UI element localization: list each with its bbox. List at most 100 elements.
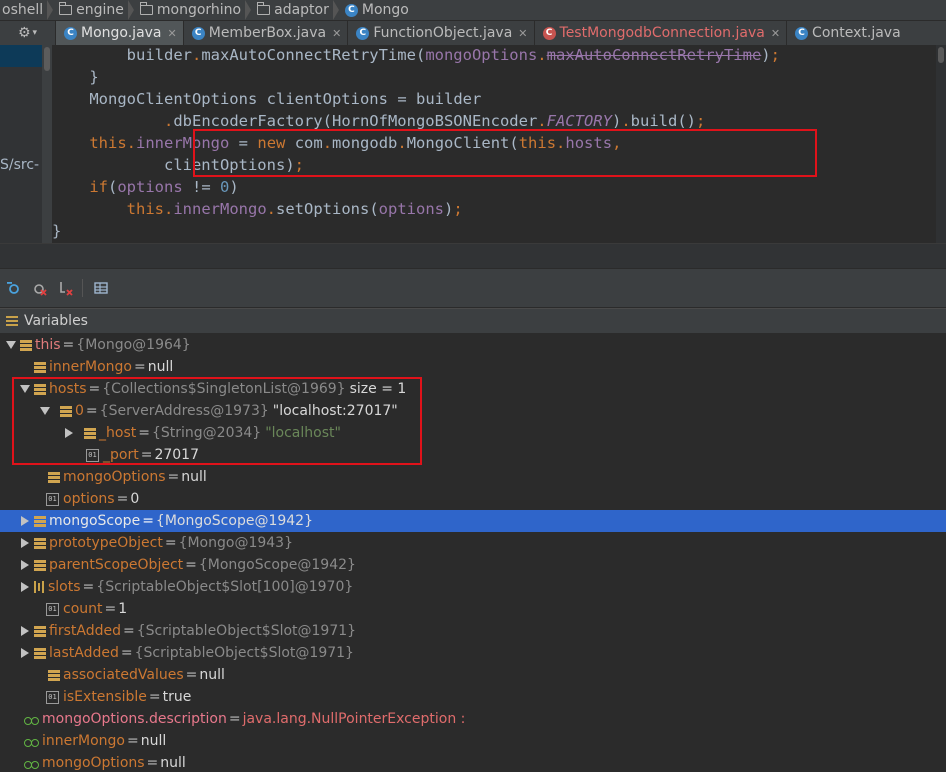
- gear-icon: ⚙: [17, 25, 31, 41]
- editor-vertical-scrollbar[interactable]: [936, 45, 946, 243]
- equals-sign: =: [228, 711, 241, 727]
- var-value: "localhost:27017": [272, 403, 398, 419]
- equals-sign: =: [138, 425, 150, 441]
- code-line: builder.maxAutoConnectRetryTime(mongoOpt…: [126, 46, 780, 64]
- expand-toggle[interactable]: [18, 538, 32, 548]
- tree-row-host[interactable]: _host = {String@2034} "localhost": [0, 422, 946, 444]
- primitive-field-icon: 01: [46, 602, 59, 616]
- breadcrumb-item-mongorhino[interactable]: mongorhino: [138, 2, 243, 18]
- var-name: mongoScope: [49, 513, 141, 529]
- var-type: {ServerAddress@1973}: [99, 403, 269, 419]
- chevron-right-icon: [21, 538, 29, 548]
- equals-sign: =: [122, 623, 135, 639]
- breadcrumb-separator-icon: [245, 0, 252, 20]
- var-name: associatedValues: [63, 667, 184, 683]
- folder-icon: [139, 2, 153, 15]
- expand-toggle[interactable]: [18, 626, 32, 636]
- editor-vertical-scrollbar-thumb[interactable]: [938, 47, 944, 63]
- tree-row-firstadded[interactable]: firstAdded = {ScriptableObject$Slot@1971…: [0, 620, 946, 642]
- expand-toggle[interactable]: [4, 341, 18, 349]
- project-scrollbar[interactable]: [42, 45, 52, 243]
- tab-context-java[interactable]: C Context.java: [786, 21, 907, 45]
- chevron-right-icon: [21, 626, 29, 636]
- tree-row-lastadded[interactable]: lastAdded = {ScriptableObject$Slot@1971}: [0, 642, 946, 664]
- class-icon: C: [356, 26, 370, 40]
- tree-row-port[interactable]: 01 _port = 27017: [0, 444, 946, 466]
- breadcrumb-item-engine[interactable]: engine: [57, 2, 126, 18]
- tree-row-parentscopeobject[interactable]: parentScopeObject = {MongoScope@1942}: [0, 554, 946, 576]
- equals-sign: =: [140, 447, 153, 463]
- close-icon[interactable]: ✕: [771, 27, 780, 40]
- code-line: .dbEncoderFactory(HornOfMongoBSONEncoder…: [163, 112, 706, 130]
- tab-label: Mongo.java: [81, 25, 162, 41]
- tree-row-options[interactable]: 01 options = 0: [0, 488, 946, 510]
- breadcrumb-item-adaptor[interactable]: adaptor: [255, 2, 331, 18]
- var-value: 27017: [154, 447, 199, 463]
- remove-all-watches-button[interactable]: [54, 276, 78, 300]
- variables-tree[interactable]: this = {Mongo@1964} innerMongo = null ho…: [0, 334, 946, 772]
- tree-row-prototypeobject[interactable]: prototypeObject = {Mongo@1943}: [0, 532, 946, 554]
- var-name: innerMongo: [49, 359, 132, 375]
- remove-watch-button[interactable]: [28, 276, 52, 300]
- selected-project-row: [0, 45, 42, 67]
- project-scrollbar-thumb[interactable]: [44, 47, 50, 71]
- tree-row-count[interactable]: 01 count = 1: [0, 598, 946, 620]
- equals-sign: =: [167, 469, 180, 485]
- chevron-down-icon: [40, 407, 50, 415]
- var-name: mongoOptions: [63, 469, 166, 485]
- tree-row-mongooptions[interactable]: mongoOptions = null: [0, 466, 946, 488]
- var-type: {ScriptableObject$Slot@1971}: [136, 623, 357, 639]
- breadcrumb-label: Mongo: [361, 2, 409, 18]
- tree-row-element-0[interactable]: 0 = {ServerAddress@1973} "localhost:27017…: [0, 400, 946, 422]
- new-watch-button[interactable]: [2, 276, 26, 300]
- expand-toggle[interactable]: [18, 385, 32, 393]
- code-editor[interactable]: S/src- builder.maxAutoConnectRetryTime(m…: [0, 45, 946, 243]
- close-icon[interactable]: ✕: [518, 27, 527, 40]
- watch-row-mongooptions[interactable]: mongoOptions = null: [0, 752, 946, 772]
- code-line: this.innerMongo.setOptions(options);: [126, 200, 463, 218]
- expand-toggle[interactable]: [62, 428, 76, 438]
- watch-row-innermongo[interactable]: innerMongo = null: [0, 730, 946, 752]
- breadcrumb-item-mongo[interactable]: C Mongo: [343, 2, 411, 18]
- primitive-field-icon: 01: [46, 492, 59, 506]
- code-line: if(options != 0): [89, 178, 239, 196]
- var-value: null: [199, 667, 225, 683]
- dropdown-arrow-icon: ▾: [32, 28, 38, 38]
- field-icon: [34, 537, 46, 549]
- tree-row-associatedvalues[interactable]: associatedValues = null: [0, 664, 946, 686]
- var-value: size = 1: [349, 381, 407, 397]
- tab-functionobject-java[interactable]: C FunctionObject.java ✕: [347, 21, 533, 45]
- tree-row-hosts[interactable]: hosts = {Collections$SingletonList@1969}…: [0, 378, 946, 400]
- expand-toggle[interactable]: [38, 407, 52, 415]
- breadcrumb-item-oshell[interactable]: oshell: [0, 2, 45, 18]
- tree-row-this[interactable]: this = {Mongo@1964}: [0, 334, 946, 356]
- expand-toggle[interactable]: [18, 516, 32, 526]
- tree-row-mongoscope[interactable]: mongoScope = {MongoScope@1942}: [0, 510, 946, 532]
- close-icon[interactable]: ✕: [332, 27, 341, 40]
- watch-row-mongooptions-description[interactable]: mongoOptions.description = java.lang.Nul…: [0, 708, 946, 730]
- var-value: true: [162, 689, 192, 705]
- editor-settings[interactable]: ⚙ ▾: [0, 21, 55, 45]
- var-name: count: [63, 601, 103, 617]
- expand-toggle[interactable]: [18, 582, 32, 592]
- field-icon: [34, 625, 46, 637]
- tab-memberbox-java[interactable]: C MemberBox.java ✕: [182, 21, 348, 45]
- show-as-table-button[interactable]: [89, 276, 113, 300]
- tree-row-slots[interactable]: slots = {ScriptableObject$Slot[100]@1970…: [0, 576, 946, 598]
- tab-mongo-java[interactable]: C Mongo.java ✕: [55, 21, 183, 45]
- breadcrumb-separator-icon: [127, 0, 134, 20]
- test-class-icon: C: [542, 26, 556, 40]
- expand-toggle[interactable]: [18, 648, 32, 658]
- field-icon: [34, 515, 46, 527]
- tree-row-isextensible[interactable]: 01 isExtensible = true: [0, 686, 946, 708]
- watch-expression: mongoOptions.description: [42, 711, 227, 727]
- field-icon: [48, 471, 60, 483]
- var-name: options: [63, 491, 115, 507]
- tree-row-innermongo[interactable]: innerMongo = null: [0, 356, 946, 378]
- expand-toggle[interactable]: [18, 560, 32, 570]
- tab-testmongodbconnection-java[interactable]: C TestMongodbConnection.java ✕: [533, 21, 787, 45]
- var-name: slots: [48, 579, 81, 595]
- equals-sign: =: [142, 513, 154, 529]
- watch-icon: [24, 757, 40, 769]
- close-icon[interactable]: ✕: [168, 27, 177, 40]
